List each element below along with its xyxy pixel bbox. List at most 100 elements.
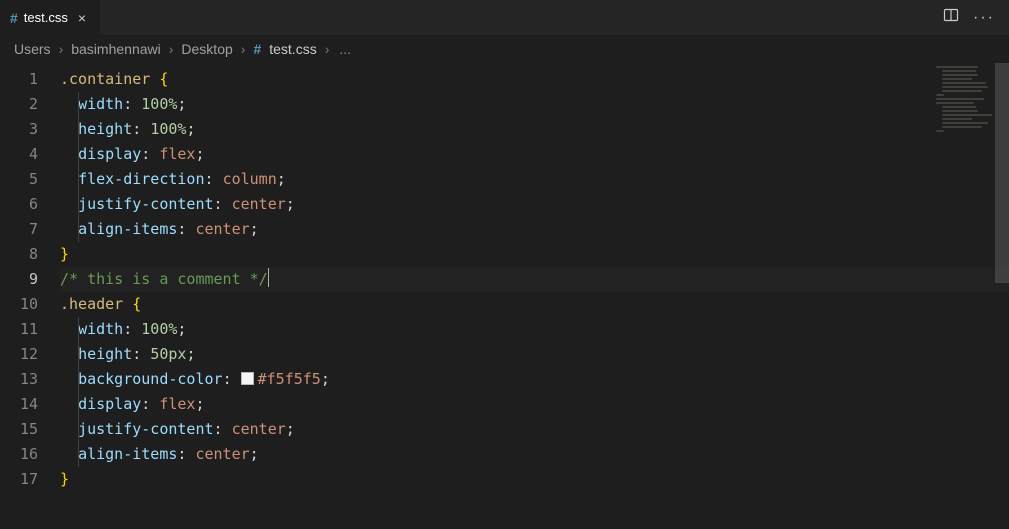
- code-token: ;: [277, 170, 286, 188]
- line-number: 6: [0, 192, 60, 217]
- code-token: background-color: [78, 370, 223, 388]
- code-token: align-items: [78, 445, 177, 463]
- code-token: :: [177, 220, 195, 238]
- code-token: center: [195, 220, 249, 238]
- code-line[interactable]: flex-direction: column;: [60, 167, 1009, 192]
- code-line[interactable]: height: 100%;: [60, 117, 1009, 142]
- code-token: ;: [250, 445, 259, 463]
- scrollbar-thumb[interactable]: [995, 63, 1009, 283]
- code-area[interactable]: .container { width: 100%; height: 100%; …: [60, 63, 1009, 529]
- code-line[interactable]: .container {: [60, 67, 1009, 92]
- chevron-right-icon: ›: [325, 41, 330, 57]
- line-number: 1: [0, 67, 60, 92]
- line-number: 10: [0, 292, 60, 317]
- code-token: display: [78, 395, 141, 413]
- code-token: :: [123, 95, 141, 113]
- line-number: 12: [0, 342, 60, 367]
- css-file-icon: #: [10, 10, 18, 26]
- code-token: /* this is a comment */: [60, 270, 268, 288]
- code-line[interactable]: }: [60, 467, 1009, 492]
- code-token: ;: [177, 320, 186, 338]
- code-token: :: [205, 170, 223, 188]
- line-number: 14: [0, 392, 60, 417]
- code-token: justify-content: [78, 195, 213, 213]
- code-line[interactable]: /* this is a comment */: [60, 267, 1009, 292]
- line-number: 11: [0, 317, 60, 342]
- code-line[interactable]: }: [60, 242, 1009, 267]
- code-token: justify-content: [78, 420, 213, 438]
- code-line[interactable]: display: flex;: [60, 392, 1009, 417]
- code-token: :: [223, 370, 241, 388]
- code-token: :: [214, 420, 232, 438]
- close-icon[interactable]: ×: [74, 8, 90, 28]
- line-number: 16: [0, 442, 60, 467]
- code-token: .container: [60, 70, 159, 88]
- code-token: .header: [60, 295, 132, 313]
- code-token: :: [132, 120, 150, 138]
- code-line[interactable]: background-color: #f5f5f5;: [60, 367, 1009, 392]
- scrollbar-track[interactable]: [995, 63, 1009, 529]
- code-token: center: [232, 420, 286, 438]
- code-token: :: [141, 145, 159, 163]
- code-token: height: [78, 120, 132, 138]
- line-number-gutter: 1234567891011121314151617: [0, 63, 60, 529]
- code-line[interactable]: align-items: center;: [60, 442, 1009, 467]
- tabs-container: # test.css ×: [0, 0, 101, 35]
- code-line[interactable]: .header {: [60, 292, 1009, 317]
- code-token: ;: [195, 145, 204, 163]
- breadcrumb-filename[interactable]: test.css: [269, 41, 316, 57]
- line-number: 2: [0, 92, 60, 117]
- code-token: column: [223, 170, 277, 188]
- code-token: flex: [159, 145, 195, 163]
- code-token: width: [78, 320, 123, 338]
- code-token: 100%: [150, 120, 186, 138]
- code-line[interactable]: display: flex;: [60, 142, 1009, 167]
- code-token: 100%: [141, 95, 177, 113]
- line-number: 5: [0, 167, 60, 192]
- line-number: 9: [0, 267, 60, 292]
- line-number: 13: [0, 367, 60, 392]
- code-token: {: [159, 70, 168, 88]
- line-number: 17: [0, 467, 60, 492]
- code-token: #f5f5f5: [258, 370, 321, 388]
- code-token: height: [78, 345, 132, 363]
- code-token: ;: [286, 420, 295, 438]
- breadcrumb-symbol[interactable]: ...: [339, 41, 351, 57]
- breadcrumb-part[interactable]: basimhennawi: [71, 41, 161, 57]
- code-line[interactable]: width: 100%;: [60, 92, 1009, 117]
- tab-bar: # test.css × ···: [0, 0, 1009, 35]
- code-token: }: [60, 245, 69, 263]
- code-token: 50px: [150, 345, 186, 363]
- code-token: :: [177, 445, 195, 463]
- code-token: ;: [195, 395, 204, 413]
- line-number: 8: [0, 242, 60, 267]
- code-token: flex-direction: [78, 170, 204, 188]
- code-token: flex: [159, 395, 195, 413]
- breadcrumb-part[interactable]: Users: [14, 41, 51, 57]
- chevron-right-icon: ›: [59, 41, 64, 57]
- tab-test-css[interactable]: # test.css ×: [0, 0, 101, 35]
- line-number: 3: [0, 117, 60, 142]
- code-token: center: [232, 195, 286, 213]
- line-number: 4: [0, 142, 60, 167]
- code-token: :: [123, 320, 141, 338]
- code-token: {: [132, 295, 141, 313]
- code-line[interactable]: justify-content: center;: [60, 417, 1009, 442]
- css-file-icon: #: [253, 41, 261, 57]
- chevron-right-icon: ›: [169, 41, 174, 57]
- code-line[interactable]: height: 50px;: [60, 342, 1009, 367]
- code-token: center: [195, 445, 249, 463]
- code-token: ;: [250, 220, 259, 238]
- code-token: ;: [321, 370, 330, 388]
- color-swatch[interactable]: [241, 372, 254, 385]
- more-actions-icon[interactable]: ···: [973, 10, 995, 26]
- code-line[interactable]: width: 100%;: [60, 317, 1009, 342]
- line-number: 7: [0, 217, 60, 242]
- tab-label: test.css: [24, 10, 68, 25]
- split-editor-icon[interactable]: [943, 7, 959, 28]
- breadcrumb[interactable]: Users › basimhennawi › Desktop › # test.…: [0, 35, 1009, 63]
- code-line[interactable]: align-items: center;: [60, 217, 1009, 242]
- code-line[interactable]: justify-content: center;: [60, 192, 1009, 217]
- breadcrumb-part[interactable]: Desktop: [181, 41, 232, 57]
- line-number: 15: [0, 417, 60, 442]
